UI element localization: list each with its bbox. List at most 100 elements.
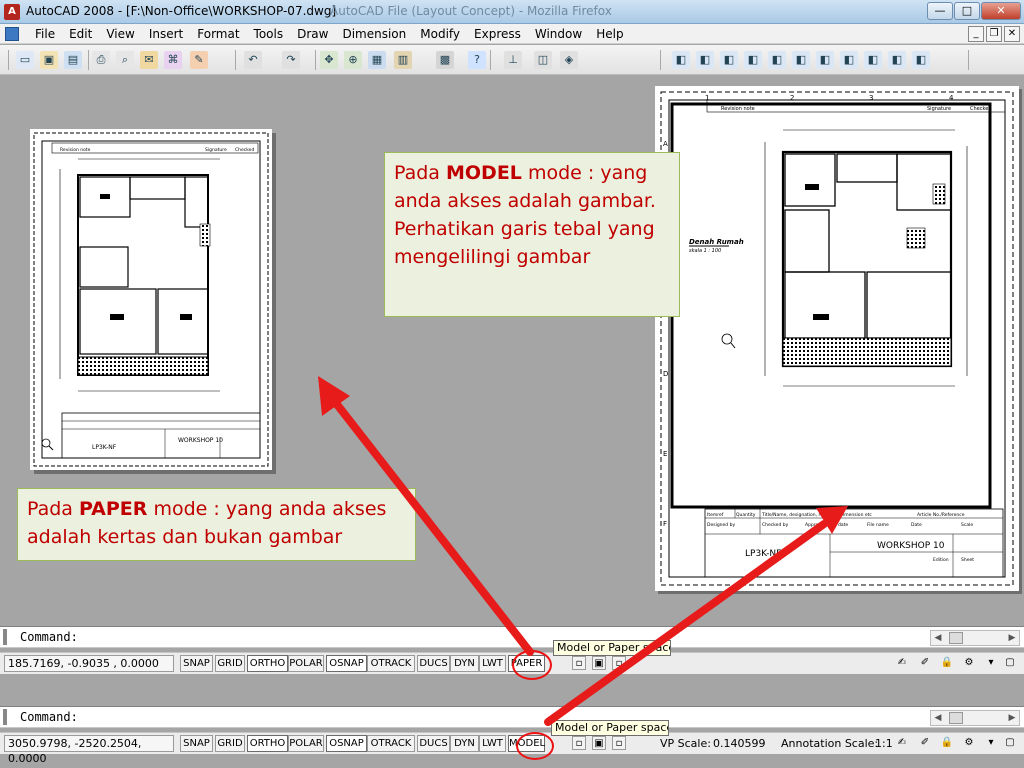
maximize-button[interactable]: □ (954, 2, 980, 20)
redo-icon[interactable]: ↷ (282, 51, 300, 69)
menu-draw[interactable]: Draw (290, 26, 335, 42)
annotation-scale-value[interactable]: 1:1 (875, 737, 893, 750)
3d-box-icon[interactable]: ◫ (534, 51, 552, 69)
zoom-icon[interactable]: ✐ (918, 656, 932, 670)
lock-icon[interactable]: 🔒 (940, 736, 954, 750)
status-dyn-button[interactable]: DYN (450, 655, 479, 672)
command-grip-icon[interactable] (3, 629, 7, 645)
quickview-layouts-icon[interactable]: ▣ (592, 656, 606, 670)
view-cube-icon[interactable]: ◧ (720, 51, 738, 69)
help-icon[interactable]: ? (468, 51, 486, 69)
zoom-icon[interactable]: ✐ (918, 736, 932, 750)
menu-view[interactable]: View (99, 26, 141, 42)
view-cube-icon[interactable]: ◧ (792, 51, 810, 69)
zoom-icon[interactable]: ⊕ (344, 51, 362, 69)
menu-format[interactable]: Format (190, 26, 246, 42)
quickview-layouts-icon[interactable]: ▣ (592, 736, 606, 750)
annotation-icon[interactable]: ⚙ (962, 736, 976, 750)
3d-view-icon[interactable]: ◈ (560, 51, 578, 69)
status-ducs-button[interactable]: DUCS (417, 655, 450, 672)
quickview-drawings-icon[interactable]: ▫ (612, 736, 626, 750)
view-cube-icon[interactable]: ◧ (816, 51, 834, 69)
status-snap-button[interactable]: SNAP (180, 735, 213, 752)
menu-modify[interactable]: Modify (413, 26, 467, 42)
status-lwt-button[interactable]: LWT (479, 735, 506, 752)
pan-icon[interactable]: ✥ (320, 51, 338, 69)
view-cube-icon[interactable]: ◧ (696, 51, 714, 69)
menu-file[interactable]: File (28, 26, 62, 42)
view-cube-icon[interactable]: ◧ (672, 51, 690, 69)
vp-scale-value[interactable]: 0.140599 (713, 737, 766, 750)
status-osnap-button[interactable]: OSNAP (326, 735, 367, 752)
layout-nav-icon[interactable]: ▫ (572, 656, 586, 670)
menu-window[interactable]: Window (528, 26, 589, 42)
doc-close-button[interactable]: ✕ (1004, 26, 1020, 42)
status-ducs-button[interactable]: DUCS (417, 735, 450, 752)
quickview-drawings-icon[interactable]: ▫ (612, 656, 626, 670)
menu-tools[interactable]: Tools (247, 26, 291, 42)
view-cube-icon[interactable]: ◧ (912, 51, 930, 69)
document-icon[interactable] (5, 27, 19, 41)
status-grid-button[interactable]: GRID (215, 655, 245, 672)
menu-insert[interactable]: Insert (142, 26, 190, 42)
publish-icon[interactable]: ✉ (140, 51, 158, 69)
menu-edit[interactable]: Edit (62, 26, 99, 42)
view-cube-icon[interactable]: ◧ (864, 51, 882, 69)
view-cube-icon[interactable]: ◧ (888, 51, 906, 69)
lock-icon[interactable]: 🔒 (940, 656, 954, 670)
matchprop-icon[interactable]: ⌘ (164, 51, 182, 69)
layout-nav-icon[interactable]: ▫ (572, 736, 586, 750)
pan-icon[interactable]: ✍ (895, 656, 909, 670)
new-icon[interactable]: ▭ (16, 51, 34, 69)
scroll-thumb[interactable] (949, 712, 963, 724)
clean-screen-icon[interactable]: ▢ (1003, 736, 1017, 750)
scroll-left-icon[interactable]: ◀ (931, 631, 945, 645)
brush-icon[interactable]: ✎ (190, 51, 208, 69)
view-cube-icon[interactable]: ◧ (840, 51, 858, 69)
scroll-thumb[interactable] (949, 632, 963, 644)
preview-icon[interactable]: ⌕ (116, 51, 134, 69)
status-grid-button[interactable]: GRID (215, 735, 245, 752)
command-line-top[interactable]: Command: ◀ ▶ (0, 626, 1024, 648)
coordinate-display-top[interactable]: 185.7169, -0.9035 , 0.0000 (4, 655, 174, 672)
menu-help[interactable]: Help (589, 26, 630, 42)
doc-restore-button[interactable]: ❐ (986, 26, 1002, 42)
status-lwt-button[interactable]: LWT (479, 655, 506, 672)
annotation-icon[interactable]: ⚙ (962, 656, 976, 670)
paper-layout-right[interactable]: 1 2 3 4 A B C D E F Revision note Signat… (655, 86, 1019, 591)
command-scrollbar-bottom[interactable]: ◀ ▶ (930, 710, 1020, 726)
minimize-button[interactable]: — (927, 2, 953, 20)
status-ortho-button[interactable]: ORTHO (247, 655, 288, 672)
status-otrack-button[interactable]: OTRACK (367, 735, 415, 752)
properties-icon[interactable]: ▦ (368, 51, 386, 69)
open-icon[interactable]: ▣ (40, 51, 58, 69)
command-line-bottom[interactable]: Command: ◀ ▶ (0, 706, 1024, 728)
close-button[interactable]: ✕ (981, 2, 1021, 20)
ucs-icon[interactable]: ⊥ (504, 51, 522, 69)
doc-minimize-button[interactable]: _ (968, 26, 984, 42)
status-snap-button[interactable]: SNAP (180, 655, 213, 672)
status-polar-button[interactable]: POLAR (288, 655, 324, 672)
calculator-icon[interactable]: ▩ (436, 51, 454, 69)
status-dyn-button[interactable]: DYN (450, 735, 479, 752)
view-cube-icon[interactable]: ◧ (768, 51, 786, 69)
plot-icon[interactable]: ⎙ (92, 51, 110, 69)
scroll-right-icon[interactable]: ▶ (1005, 711, 1019, 725)
undo-icon[interactable]: ↶ (244, 51, 262, 69)
dropdown-icon[interactable]: ▾ (984, 656, 998, 670)
pan-icon[interactable]: ✍ (895, 736, 909, 750)
status-osnap-button[interactable]: OSNAP (326, 655, 367, 672)
paper-layout-left[interactable]: Revision note Signature Checked LP3K-NF … (30, 129, 272, 470)
menu-express[interactable]: Express (467, 26, 528, 42)
status-polar-button[interactable]: POLAR (288, 735, 324, 752)
clean-screen-icon[interactable]: ▢ (1003, 656, 1017, 670)
save-icon[interactable]: ▤ (64, 51, 82, 69)
scroll-left-icon[interactable]: ◀ (931, 711, 945, 725)
status-otrack-button[interactable]: OTRACK (367, 655, 415, 672)
designcenter-icon[interactable]: ▥ (394, 51, 412, 69)
command-grip-icon[interactable] (3, 709, 7, 725)
menu-dimension[interactable]: Dimension (335, 26, 413, 42)
command-scrollbar-top[interactable]: ◀ ▶ (930, 630, 1020, 646)
status-ortho-button[interactable]: ORTHO (247, 735, 288, 752)
view-cube-icon[interactable]: ◧ (744, 51, 762, 69)
